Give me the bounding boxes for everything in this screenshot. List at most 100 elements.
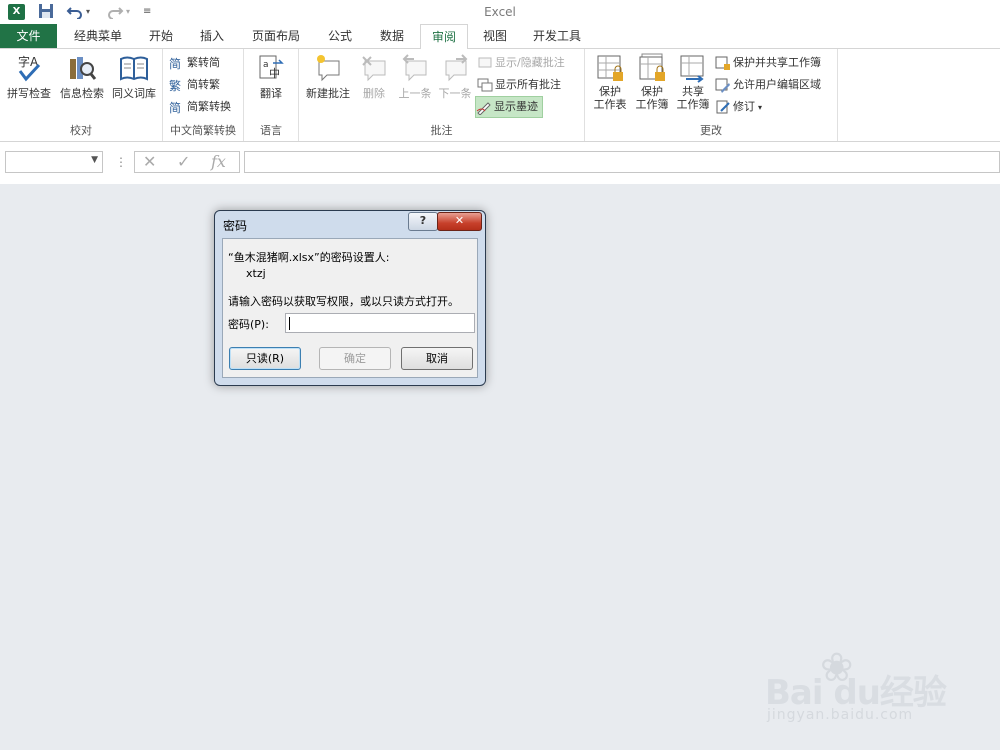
group-language-label: 语言 <box>260 124 282 137</box>
translate-button[interactable]: a中 翻译 <box>250 53 292 101</box>
formula-buttons: ✕ ✓ fx <box>134 151 240 173</box>
watermark-url: jingyan.baidu.com <box>767 707 914 723</box>
to-simplified-button[interactable]: 简繁转简 <box>169 53 220 73</box>
protect-share-icon <box>715 55 731 71</box>
tab-home[interactable]: 开始 <box>140 24 182 48</box>
research-label: 信息检索 <box>60 87 104 100</box>
svg-text:简: 简 <box>169 57 181 71</box>
group-chinese-label: 中文简繁转换 <box>170 124 236 137</box>
show-all-comments-button[interactable]: 显示所有批注 <box>477 75 561 95</box>
svg-text:繁: 繁 <box>169 78 181 93</box>
insert-function-icon[interactable]: fx <box>211 152 226 172</box>
tab-formulas[interactable]: 公式 <box>318 24 362 48</box>
next-comment-button[interactable]: 下一条 <box>435 53 475 101</box>
svg-text:中: 中 <box>269 67 280 80</box>
to-traditional-button[interactable]: 繁简转繁 <box>169 75 220 95</box>
previous-comment-button[interactable]: 上一条 <box>395 53 435 101</box>
show-all-comments-icon <box>477 77 493 93</box>
group-comments: 新建批注 删除 上一条 下一条 显示/隐藏批注 显示所有批注 显示墨迹 批注 <box>299 49 585 141</box>
previous-comment-icon <box>400 53 430 83</box>
password-label: 密码(P): <box>228 318 269 331</box>
research-button[interactable]: 信息检索 <box>56 53 108 101</box>
spelling-icon: 字A <box>14 53 44 83</box>
next-comment-icon <box>440 53 470 83</box>
cancel-icon[interactable]: ✕ <box>143 152 156 172</box>
protect-workbook-icon <box>637 53 667 83</box>
formula-bar-grip-icon: ⋮ <box>115 155 127 169</box>
dialog-body: “鱼木混猪啊.xlsx”的密码设置人: xtzj 请输入密码以获取写权限，或以只… <box>222 238 478 378</box>
new-comment-icon <box>313 53 343 83</box>
tab-view[interactable]: 视图 <box>474 24 516 48</box>
research-icon <box>67 53 97 83</box>
tab-data[interactable]: 数据 <box>370 24 414 48</box>
group-proofing: 字A 拼写检查 信息检索 同义词库 校对 <box>0 49 163 141</box>
convert-icon: 简 <box>169 99 185 115</box>
to-simplified-icon: 简 <box>169 55 185 71</box>
password-input[interactable] <box>285 313 475 333</box>
group-changes-label: 更改 <box>700 124 722 137</box>
next-comment-label: 下一条 <box>438 87 472 100</box>
delete-comment-button[interactable]: 删除 <box>355 53 393 101</box>
password-dialog: 密码 ? ✕ “鱼木混猪啊.xlsx”的密码设置人: xtzj 请输入密码以获取… <box>214 210 486 386</box>
baidu-watermark: ❀ Bai du经验 jingyan.baidu.com <box>765 645 965 735</box>
tab-classic-menu[interactable]: 经典菜单 <box>62 24 134 48</box>
enter-icon[interactable]: ✓ <box>177 152 190 172</box>
protect-sheet-button[interactable]: 保护 工作表 <box>589 53 631 111</box>
to-traditional-icon: 繁 <box>169 77 185 93</box>
protect-workbook-button[interactable]: 保护 工作簿 <box>631 53 673 111</box>
previous-comment-label: 上一条 <box>398 87 432 100</box>
share-workbook-label: 共享 工作簿 <box>676 85 710 111</box>
protect-workbook-label: 保护 工作簿 <box>635 85 669 111</box>
delete-comment-label: 删除 <box>363 87 385 100</box>
convert-button[interactable]: 简简繁转换 <box>169 97 231 117</box>
text-caret <box>289 317 290 330</box>
dialog-title: 密码 <box>223 219 248 233</box>
show-hide-comment-icon <box>477 55 493 71</box>
ribbon-tabs: 文件 经典菜单 开始 插入 页面布局 公式 数据 审阅 视图 开发工具 <box>0 24 1000 50</box>
track-changes-button[interactable]: 修订 ▾ <box>715 97 762 117</box>
translate-label: 翻译 <box>260 87 282 100</box>
tab-page-layout[interactable]: 页面布局 <box>243 24 309 48</box>
thesaurus-button[interactable]: 同义词库 <box>108 53 160 101</box>
group-comments-label: 批注 <box>430 124 453 137</box>
group-language: a中 翻译 语言 <box>244 49 299 141</box>
svg-text:a: a <box>263 60 269 70</box>
formula-input[interactable] <box>244 151 1000 173</box>
allow-edit-ranges-button[interactable]: 允许用户编辑区域 <box>715 75 821 95</box>
new-comment-button[interactable]: 新建批注 <box>301 53 355 101</box>
spelling-button[interactable]: 字A 拼写检查 <box>4 53 54 101</box>
name-box[interactable]: ▼ <box>5 151 103 173</box>
spelling-label: 拼写检查 <box>7 87 51 100</box>
formula-bar: ▼ ⋮ ✕ ✓ fx <box>0 142 1000 184</box>
track-dropdown-icon[interactable]: ▾ <box>758 103 762 112</box>
help-button[interactable]: ? <box>408 212 438 231</box>
chevron-down-icon[interactable]: ▼ <box>91 155 98 165</box>
svg-text:简: 简 <box>169 101 181 115</box>
share-workbook-button[interactable]: 共享 工作簿 <box>673 53 713 111</box>
thesaurus-label: 同义词库 <box>112 87 156 100</box>
cancel-button[interactable]: 取消 <box>401 347 473 370</box>
group-proofing-label: 校对 <box>70 124 92 137</box>
allow-edit-icon <box>715 77 731 93</box>
ok-button[interactable]: 确定 <box>319 347 391 370</box>
read-only-button[interactable]: 只读(R) <box>229 347 301 370</box>
show-hide-comment-button[interactable]: 显示/隐藏批注 <box>477 53 565 73</box>
protect-share-button[interactable]: 保护并共享工作簿 <box>715 53 821 73</box>
tab-insert[interactable]: 插入 <box>190 24 234 48</box>
protect-sheet-icon <box>595 53 625 83</box>
share-workbook-icon <box>678 53 708 83</box>
new-comment-label: 新建批注 <box>306 87 350 100</box>
track-changes-icon <box>715 99 731 115</box>
group-changes: 保护 工作表 保护 工作簿 共享 工作簿 保护并共享工作簿 允许用户编辑区域 修… <box>585 49 838 141</box>
instruction-text: 请输入密码以获取写权限，或以只读方式打开。 <box>228 295 459 308</box>
show-ink-button[interactable]: 显示墨迹 <box>475 96 543 118</box>
translate-icon: a中 <box>256 53 286 83</box>
tab-review[interactable]: 审阅 <box>420 24 468 50</box>
tab-file[interactable]: 文件 <box>0 24 57 48</box>
book-icon <box>119 53 149 83</box>
tab-developer[interactable]: 开发工具 <box>524 24 590 48</box>
file-owner-line: “鱼木混猪啊.xlsx”的密码设置人: <box>228 251 390 264</box>
delete-comment-icon <box>359 53 389 83</box>
close-button[interactable]: ✕ <box>437 212 482 231</box>
owner-name: xtzj <box>246 267 266 280</box>
